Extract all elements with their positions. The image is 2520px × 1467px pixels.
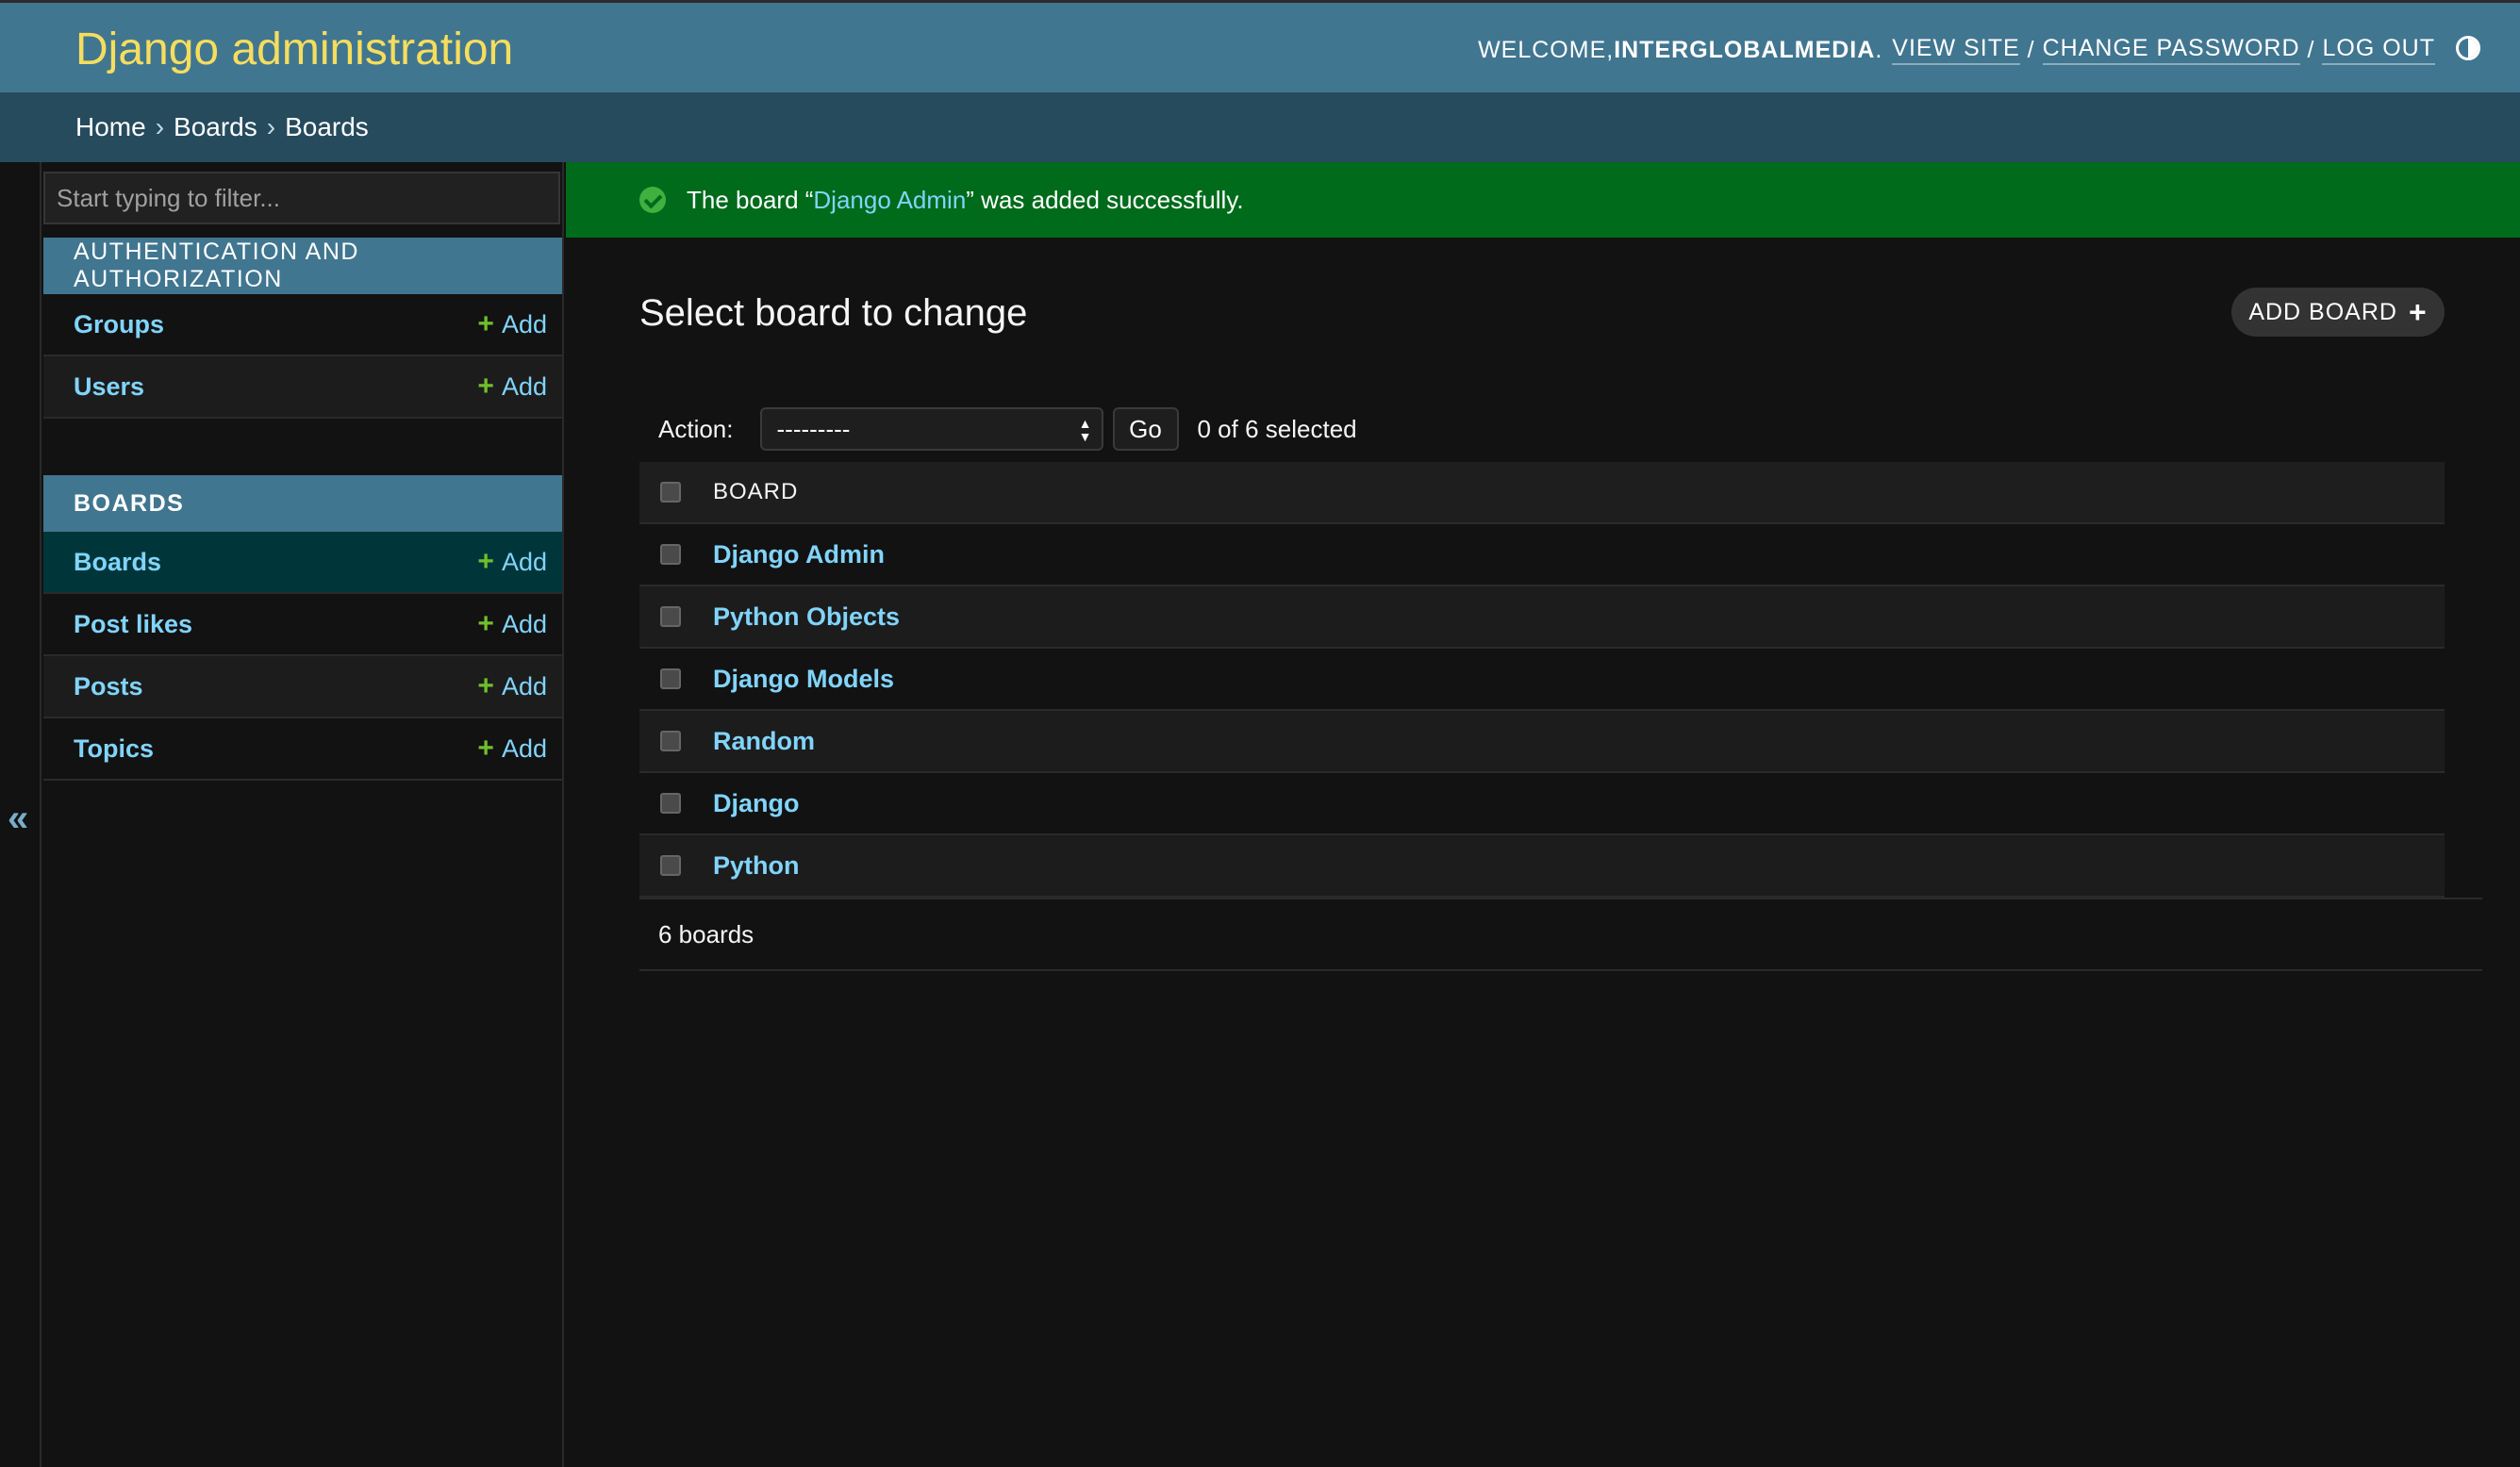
change-password-link[interactable]: CHANGE PASSWORD (2042, 35, 2300, 65)
table-row: Random (639, 711, 2445, 773)
row-link[interactable]: Python Objects (713, 602, 900, 632)
plus-icon: + (477, 546, 494, 577)
welcome-text: WELCOME, (1478, 36, 1615, 63)
username: INTERGLOBALMEDIA (1614, 36, 1876, 63)
row-checkbox[interactable] (660, 793, 681, 814)
message-board-link[interactable]: Django Admin (813, 186, 966, 214)
column-header-board[interactable]: BOARD (713, 479, 798, 505)
header: Django administration WELCOME, INTERGLOB… (0, 0, 2520, 92)
add-users-link[interactable]: + Add (477, 371, 547, 403)
nav-filter-input[interactable] (43, 172, 560, 224)
add-groups-link[interactable]: + Add (477, 308, 547, 340)
collapse-sidebar-icon[interactable]: « (8, 799, 28, 837)
row-link[interactable]: Django Admin (713, 540, 885, 569)
action-select[interactable]: --------- ▲ ▼ (759, 407, 1103, 451)
add-label: Add (501, 609, 547, 638)
row-checkbox[interactable] (660, 544, 681, 565)
module-auth: AUTHENTICATION AND AUTHORIZATION Groups … (43, 238, 562, 419)
module-boards: BOARDS Boards + Add Post likes + Add Posts… (43, 475, 562, 781)
table-row: Python (639, 835, 2445, 898)
sidebar-toggle-rail[interactable]: « (0, 162, 41, 1467)
select-arrows-icon: ▲ ▼ (1078, 416, 1092, 444)
theme-toggle-icon[interactable] (2456, 36, 2480, 60)
model-link-groups[interactable]: Groups (74, 310, 164, 339)
table-row: Python Objects (639, 586, 2445, 649)
welcome-end: . (1875, 36, 1883, 63)
results-table: BOARD Django Admin Python Objects Django… (639, 462, 2445, 898)
main-content: The board “Django Admin” was added succe… (566, 162, 2520, 1467)
model-link-topics[interactable]: Topics (74, 734, 154, 764)
result-count: 6 boards (658, 919, 754, 948)
actions-bar: Action: --------- ▲ ▼ Go 0 of 6 selected (639, 396, 2445, 462)
tools-separator: / (2027, 36, 2035, 63)
view-site-link[interactable]: VIEW SITE (1892, 35, 2020, 65)
sidebar-item-boards: Boards + Add (43, 532, 562, 594)
module-caption-auth[interactable]: AUTHENTICATION AND AUTHORIZATION (43, 238, 562, 294)
plus-icon: + (477, 670, 494, 701)
add-label: Add (501, 371, 547, 401)
success-message: The board “Django Admin” was added succe… (566, 162, 2520, 238)
table-row: Django Models (639, 649, 2445, 711)
go-button[interactable]: Go (1112, 407, 1179, 451)
message-prefix: The board “ (687, 185, 814, 214)
add-posts-link[interactable]: + Add (477, 670, 547, 702)
model-link-boards[interactable]: Boards (74, 548, 161, 577)
row-link[interactable]: Random (713, 727, 815, 756)
row-checkbox[interactable] (660, 731, 681, 751)
plus-icon: + (2408, 295, 2428, 329)
site-branding[interactable]: Django administration (75, 24, 513, 75)
add-post-likes-link[interactable]: + Add (477, 608, 547, 640)
sidebar-item-groups: Groups + Add (43, 294, 562, 356)
breadcrumb-current: Boards (285, 112, 369, 141)
tools-separator: / (2307, 36, 2315, 63)
nav-sidebar: AUTHENTICATION AND AUTHORIZATION Groups … (41, 162, 564, 1467)
plus-icon: + (477, 608, 494, 639)
add-boards-link[interactable]: + Add (477, 546, 547, 578)
paginator: 6 boards (639, 898, 2482, 971)
add-topics-link[interactable]: + Add (477, 733, 547, 765)
plus-icon: + (477, 308, 494, 339)
user-tools: WELCOME, INTERGLOBALMEDIA . VIEW SITE / … (1478, 35, 2435, 65)
select-all-checkbox[interactable] (660, 482, 681, 503)
action-label: Action: (658, 414, 734, 443)
breadcrumb-app[interactable]: Boards (174, 112, 257, 142)
module-caption-boards[interactable]: BOARDS (43, 475, 562, 532)
model-link-users[interactable]: Users (74, 372, 144, 402)
row-link[interactable]: Django Models (713, 665, 894, 694)
sidebar-item-posts: Posts + Add (43, 656, 562, 718)
model-link-posts[interactable]: Posts (74, 672, 143, 701)
add-label: Add (501, 547, 547, 576)
sidebar-item-users: Users + Add (43, 356, 562, 419)
add-board-label: ADD BOARD (2248, 298, 2397, 325)
add-label: Add (501, 309, 547, 338)
add-label: Add (501, 671, 547, 701)
check-circle-icon (639, 187, 666, 213)
success-message-text: The board “Django Admin” was added succe… (687, 186, 1244, 215)
add-board-button[interactable]: ADD BOARD + (2231, 288, 2445, 337)
breadcrumb: Home › Boards › Boards (0, 92, 2520, 162)
plus-icon: + (477, 733, 494, 764)
row-checkbox[interactable] (660, 606, 681, 627)
sidebar-item-topics: Topics + Add (43, 718, 562, 781)
sidebar-item-post-likes: Post likes + Add (43, 594, 562, 656)
action-select-value: --------- (776, 414, 851, 443)
row-checkbox[interactable] (660, 668, 681, 689)
table-row: Django (639, 773, 2445, 835)
plus-icon: + (477, 371, 494, 402)
message-suffix: ” was added successfully. (966, 185, 1244, 214)
page-title: Select board to change (639, 292, 1028, 334)
model-link-post-likes[interactable]: Post likes (74, 610, 192, 639)
row-link[interactable]: Django (713, 789, 800, 818)
breadcrumb-separator: › (266, 112, 276, 141)
selected-counter: 0 of 6 selected (1197, 414, 1357, 443)
table-header: BOARD (639, 462, 2445, 524)
row-link[interactable]: Python (713, 851, 800, 881)
breadcrumb-separator: › (155, 112, 165, 141)
breadcrumb-home[interactable]: Home (75, 112, 146, 142)
table-row: Django Admin (639, 524, 2445, 586)
add-label: Add (501, 734, 547, 763)
row-checkbox[interactable] (660, 855, 681, 876)
log-out-link[interactable]: LOG OUT (2322, 35, 2435, 65)
